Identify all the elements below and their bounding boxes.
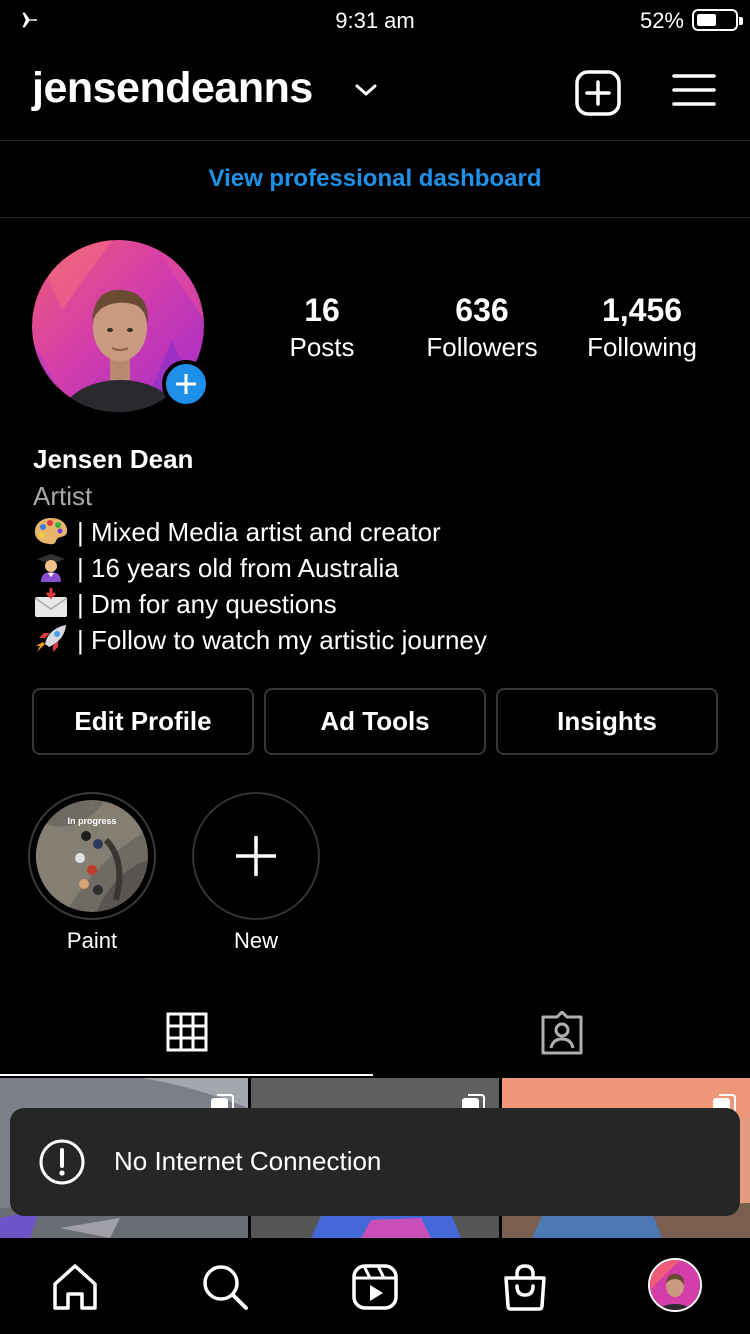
new-highlight-ring: [192, 792, 320, 920]
followers-count: 636: [455, 292, 509, 328]
divider: [0, 217, 750, 218]
battery-percentage: 52%: [639, 8, 684, 33]
palette-emoji-icon: [34, 518, 68, 545]
bio-line-text: | 16 years old from Australia: [77, 553, 399, 583]
toast-message: No Internet Connection: [114, 1146, 382, 1176]
following-label: Following: [587, 332, 697, 362]
bio-line: | Dm for any questions: [33, 586, 733, 622]
highlight-label: Paint: [66, 928, 118, 953]
bio-line: | Mixed Media artist and creator: [33, 514, 733, 550]
professional-dashboard-link[interactable]: View professional dashboard: [0, 141, 750, 217]
menu-icon[interactable]: [672, 72, 716, 108]
display-name: Jensen Dean: [33, 444, 194, 474]
bottom-navigation: [0, 1238, 750, 1334]
highlight-paint[interactable]: In progress Paint: [28, 792, 156, 954]
rocket-emoji-icon: [36, 625, 66, 652]
add-story-plus-icon[interactable]: [162, 360, 210, 408]
shop-icon[interactable]: [500, 1262, 550, 1312]
clock: 9:31 am: [335, 8, 415, 33]
grid-tab-icon[interactable]: [166, 1012, 208, 1052]
battery-icon: [692, 9, 743, 31]
reels-icon[interactable]: [350, 1262, 400, 1312]
profile-tab-avatar[interactable]: [648, 1258, 702, 1312]
plus-icon: [236, 836, 276, 876]
new-highlight-button[interactable]: New: [192, 792, 320, 954]
search-icon[interactable]: [200, 1262, 250, 1312]
followers-label: Followers: [426, 332, 538, 362]
alert-circle-icon: [39, 1139, 85, 1185]
bio-line-text: | Mixed Media artist and creator: [77, 517, 441, 547]
edit-profile-button[interactable]: Edit Profile: [32, 688, 254, 755]
status-bar: 9:31 am 52%: [0, 0, 750, 42]
stat-posts[interactable]: 16 Posts: [272, 290, 372, 364]
envelope-emoji-icon: [34, 588, 68, 617]
profile-header: jensendeanns: [0, 52, 750, 132]
bio-line-text: | Follow to watch my artistic journey: [77, 625, 487, 655]
highlight-cover-text: In progress: [67, 816, 116, 826]
chevron-down-icon[interactable]: [354, 82, 378, 98]
active-tab-indicator: [0, 1074, 373, 1076]
profile-avatar[interactable]: [32, 240, 210, 412]
highlight-cover: In progress: [28, 792, 156, 920]
posts-count: 16: [304, 292, 340, 328]
ad-tools-button[interactable]: Ad Tools: [264, 688, 486, 755]
bio-line-text: | Dm for any questions: [77, 589, 337, 619]
profile-bio: Jensen Dean Artist | Mixed Media artist …: [33, 442, 733, 658]
stat-following[interactable]: 1,456 Following: [576, 290, 708, 364]
bio-line: | Follow to watch my artistic journey: [33, 622, 733, 658]
home-icon[interactable]: [50, 1262, 100, 1312]
highlight-label: New: [233, 928, 278, 953]
following-count: 1,456: [601, 292, 683, 328]
posts-label: Posts: [289, 332, 355, 362]
profile-category: Artist: [33, 481, 93, 511]
insights-button[interactable]: Insights: [496, 688, 718, 755]
tagged-tab-icon[interactable]: [539, 1011, 585, 1055]
username-switcher[interactable]: jensendeanns: [32, 64, 313, 113]
student-emoji-icon: [37, 554, 65, 582]
bio-line: | 16 years old from Australia: [33, 550, 733, 586]
create-post-icon[interactable]: [575, 70, 621, 116]
stat-followers[interactable]: 636 Followers: [416, 290, 548, 364]
no-internet-toast: No Internet Connection: [10, 1108, 740, 1216]
